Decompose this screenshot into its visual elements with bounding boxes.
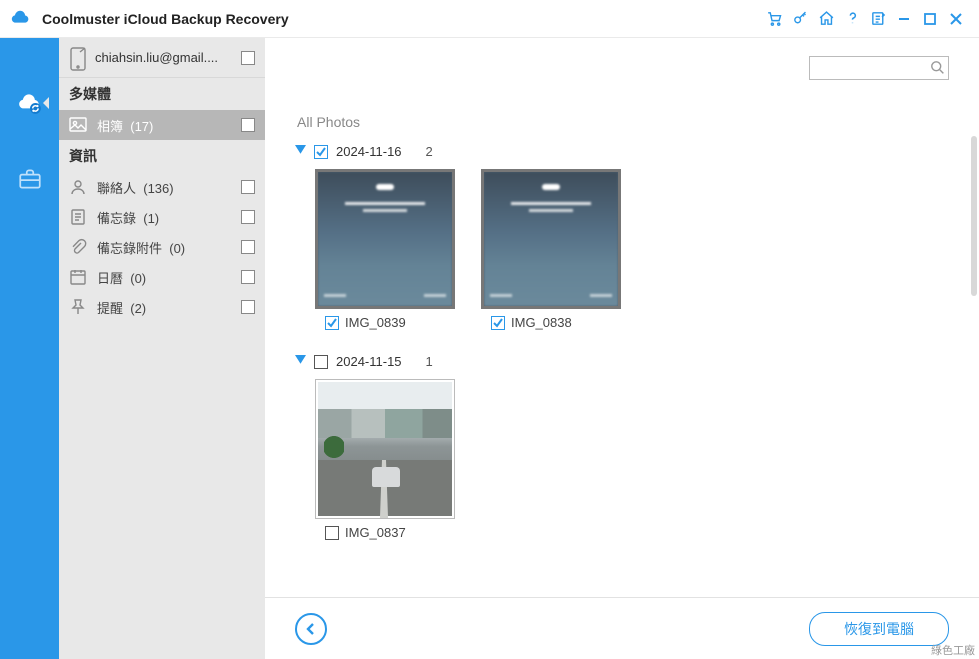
app-logo-icon <box>10 8 32 30</box>
watermark: 綠色工廠 <box>931 642 975 658</box>
home-icon[interactable] <box>813 6 839 32</box>
sidebar-item-label: 日曆 (0) <box>97 268 241 287</box>
group-count: 2 <box>426 144 433 159</box>
scrollbar[interactable] <box>971 136 977 296</box>
titlebar: Coolmuster iCloud Backup Recovery <box>0 0 979 38</box>
thumbnail-image[interactable] <box>315 379 455 519</box>
group-header[interactable]: 2024-11-16 2 <box>295 144 949 159</box>
thumbnail-checkbox[interactable] <box>491 316 505 330</box>
minimize-button[interactable] <box>891 6 917 32</box>
thumbnail-name: IMG_0837 <box>345 525 406 540</box>
group-count: 1 <box>426 354 433 369</box>
app-title: Coolmuster iCloud Backup Recovery <box>42 11 289 27</box>
group-checkbox[interactable] <box>314 355 328 369</box>
group-header[interactable]: 2024-11-15 1 <box>295 354 949 369</box>
sidebar: chiahsin.liu@gmail.... 多媒體 相簿 (17) 資訊 聯絡… <box>59 38 265 659</box>
photo-thumbnail: IMG_0838 <box>481 169 621 330</box>
cart-icon[interactable] <box>761 6 787 32</box>
sidebar-item-label: 備忘錄 (1) <box>97 208 241 227</box>
thumbnail-name: IMG_0838 <box>511 315 572 330</box>
key-icon[interactable] <box>787 6 813 32</box>
sidebar-item-photos[interactable]: 相簿 (17) <box>59 110 265 140</box>
thumbnail-checkbox[interactable] <box>325 526 339 540</box>
group-checkbox[interactable] <box>314 145 328 159</box>
sidebar-item-label: 相簿 (17) <box>97 116 241 135</box>
group-date: 2024-11-16 <box>336 144 402 159</box>
sidebar-item-checkbox[interactable] <box>241 210 255 224</box>
photo-content: All Photos 2024-11-16 2 IMG_0839 <box>265 38 979 597</box>
close-button[interactable] <box>943 6 969 32</box>
sidebar-item-checkbox[interactable] <box>241 240 255 254</box>
left-nav <box>0 38 59 659</box>
main: All Photos 2024-11-16 2 IMG_0839 <box>265 38 979 659</box>
sidebar-item-note-attachments[interactable]: 備忘錄附件 (0) <box>59 232 265 262</box>
sidebar-group-info: 資訊 <box>59 140 265 172</box>
maximize-button[interactable] <box>917 6 943 32</box>
sidebar-item-checkbox[interactable] <box>241 180 255 194</box>
sidebar-item-notes[interactable]: 備忘錄 (1) <box>59 202 265 232</box>
sidebar-item-calendar[interactable]: 日曆 (0) <box>59 262 265 292</box>
account-email: chiahsin.liu@gmail.... <box>95 50 241 65</box>
sidebar-group-multimedia: 多媒體 <box>59 78 265 110</box>
bottom-bar: 恢復到電腦 <box>265 597 979 659</box>
nav-cloud-sync[interactable] <box>15 88 45 118</box>
sidebar-item-label: 提醒 (2) <box>97 298 241 317</box>
attachment-icon <box>69 238 87 256</box>
feedback-icon[interactable] <box>865 6 891 32</box>
pin-icon <box>69 298 87 316</box>
sidebar-item-label: 聯絡人 (136) <box>97 178 241 197</box>
thumbnail-image[interactable] <box>481 169 621 309</box>
back-button[interactable] <box>295 613 327 645</box>
group-date: 2024-11-15 <box>336 354 402 369</box>
collapse-icon[interactable] <box>295 144 306 159</box>
photo-icon <box>69 116 87 134</box>
sidebar-item-contacts[interactable]: 聯絡人 (136) <box>59 172 265 202</box>
contacts-icon <box>69 178 87 196</box>
thumbnail-checkbox[interactable] <box>325 316 339 330</box>
account-checkbox[interactable] <box>241 51 255 65</box>
account-row[interactable]: chiahsin.liu@gmail.... <box>59 38 265 78</box>
photo-thumbnail: IMG_0837 <box>315 379 455 540</box>
thumbnail-name: IMG_0839 <box>345 315 406 330</box>
notes-icon <box>69 208 87 226</box>
thumbnail-image[interactable] <box>315 169 455 309</box>
sidebar-item-label: 備忘錄附件 (0) <box>97 238 241 257</box>
photo-thumbnail: IMG_0839 <box>315 169 455 330</box>
collapse-icon[interactable] <box>295 354 306 369</box>
sidebar-item-checkbox[interactable] <box>241 300 255 314</box>
sidebar-item-checkbox[interactable] <box>241 270 255 284</box>
sidebar-item-checkbox[interactable] <box>241 118 255 132</box>
nav-toolbox[interactable] <box>15 164 45 194</box>
all-photos-label: All Photos <box>297 114 949 130</box>
sidebar-item-reminders[interactable]: 提醒 (2) <box>59 292 265 322</box>
photo-group: 2024-11-15 1 IMG_0837 <box>295 354 949 540</box>
device-icon <box>69 47 87 69</box>
photo-group: 2024-11-16 2 IMG_0839 <box>295 144 949 330</box>
help-icon[interactable] <box>839 6 865 32</box>
calendar-icon <box>69 268 87 286</box>
restore-button[interactable]: 恢復到電腦 <box>809 612 949 646</box>
